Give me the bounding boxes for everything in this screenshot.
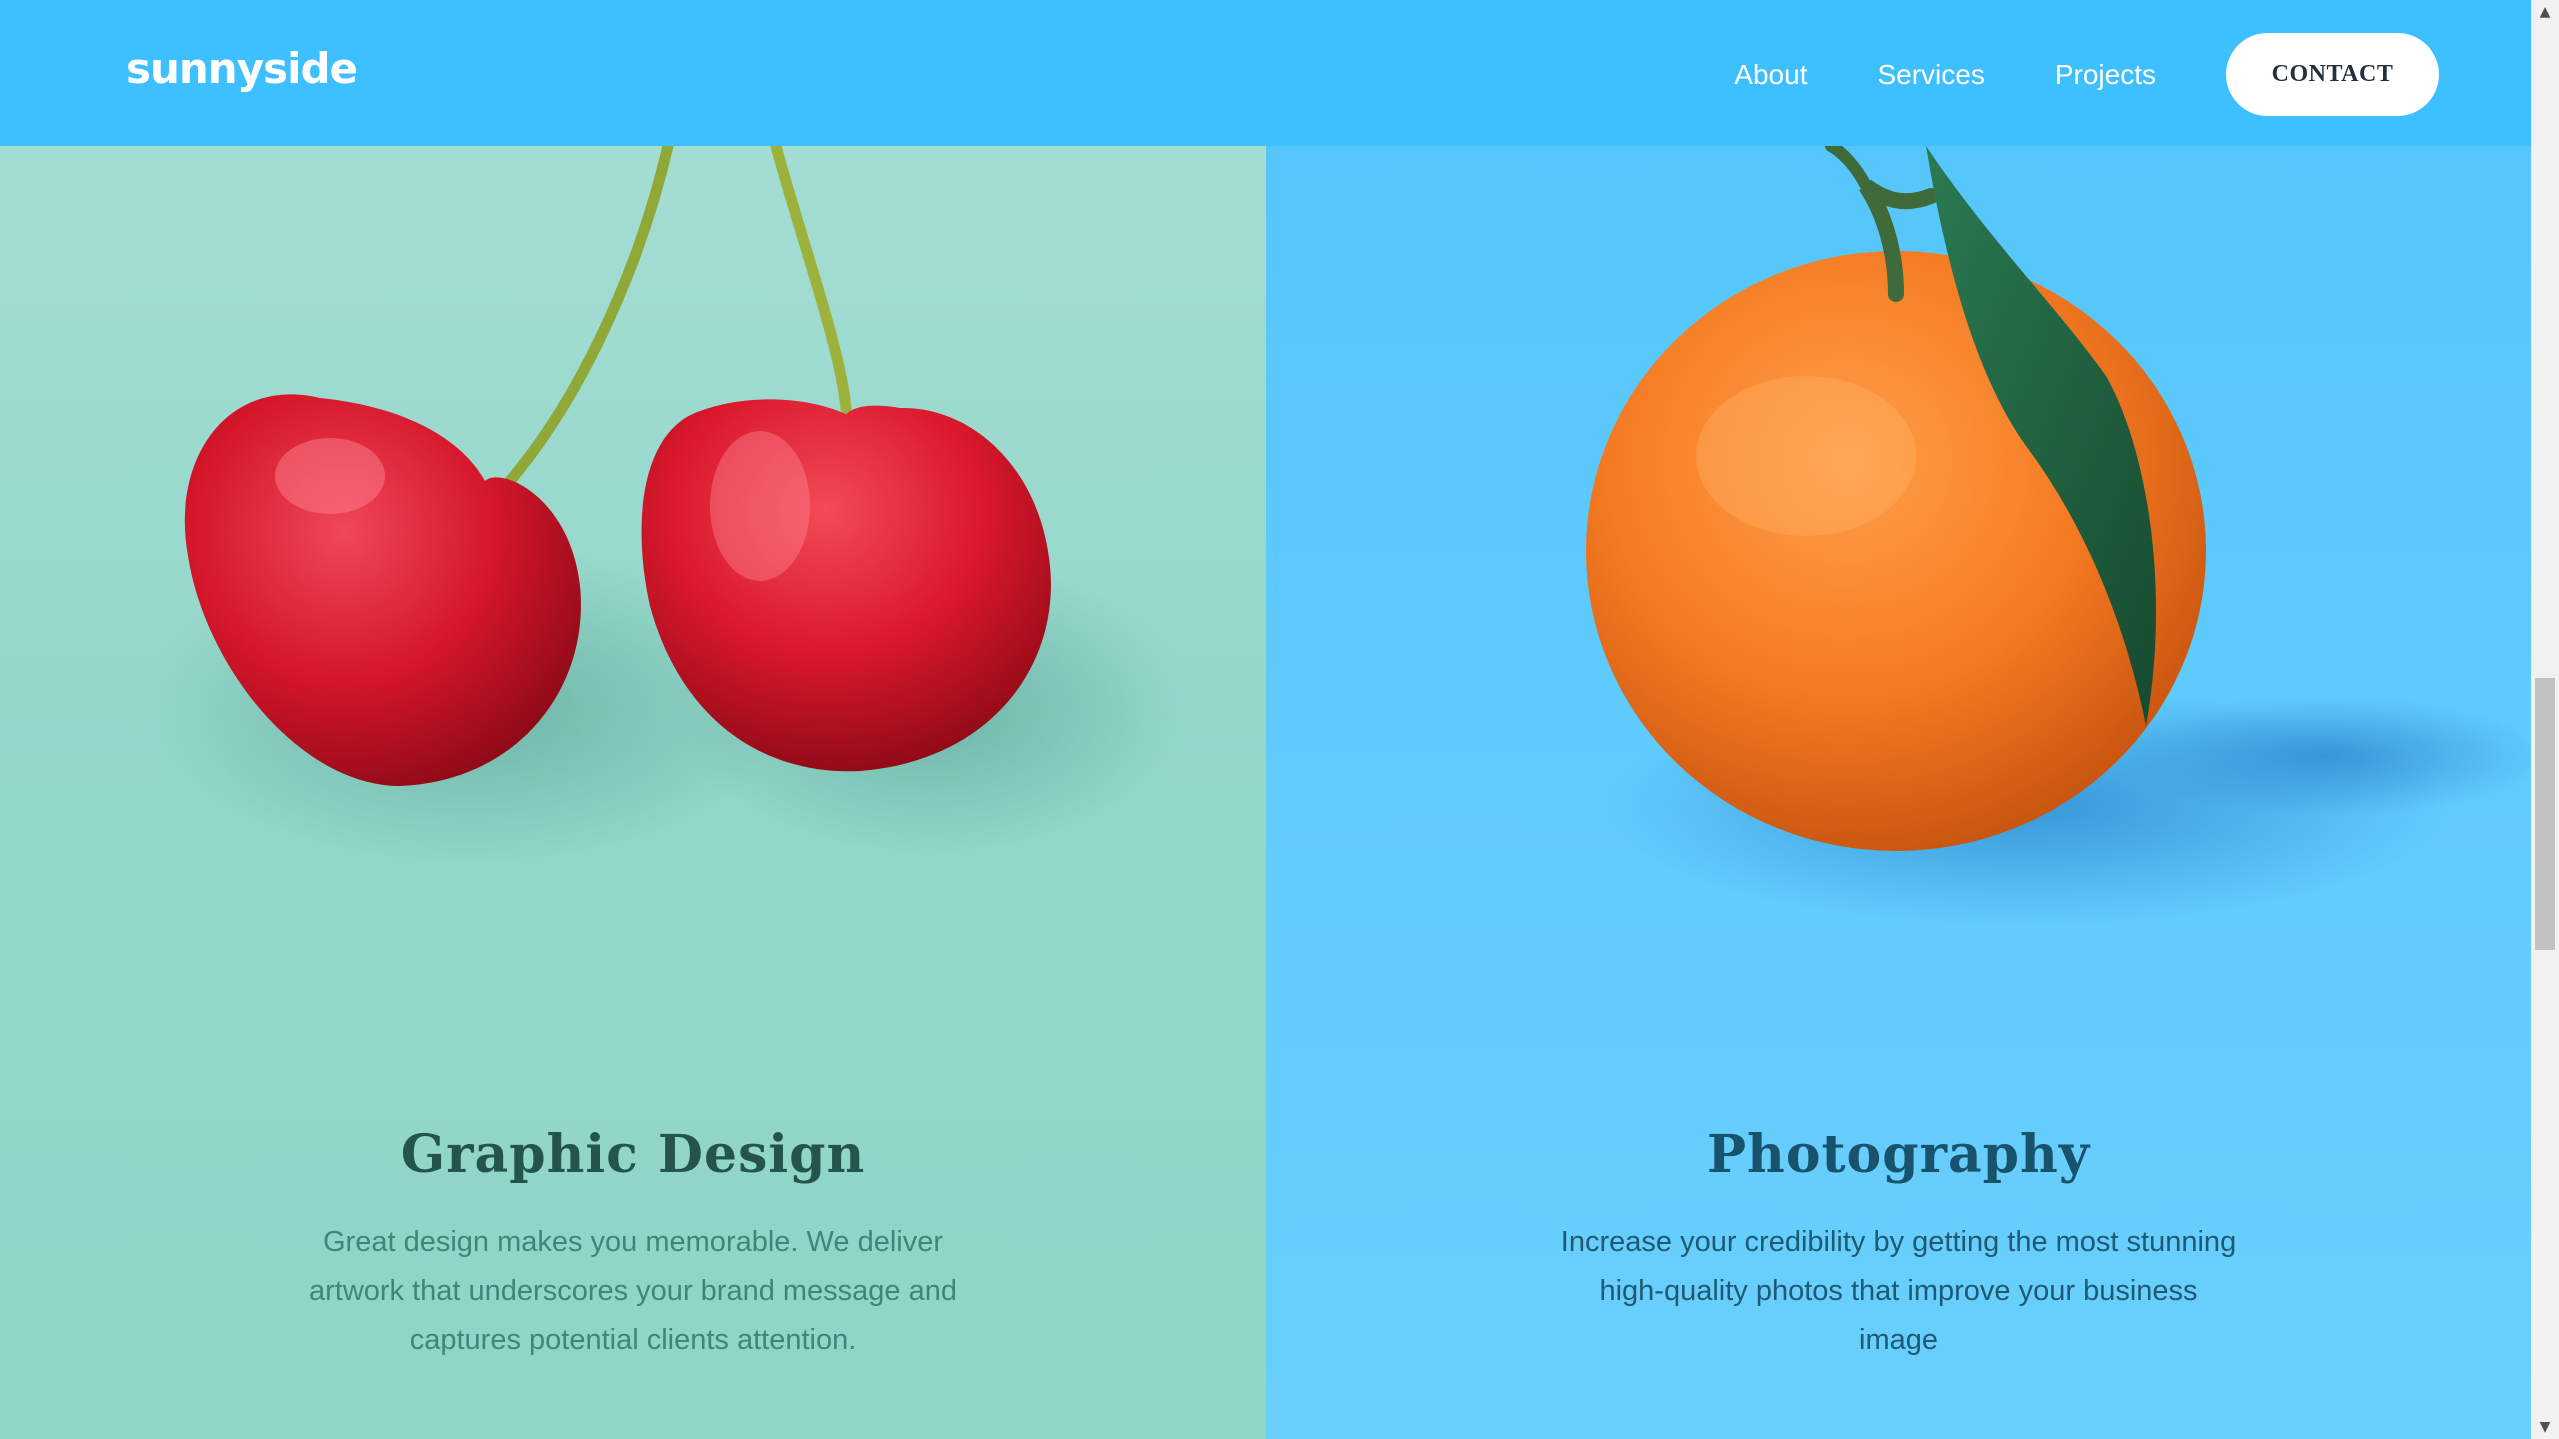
site-header: sunnyside About Services Projects CONTAC… (0, 0, 2531, 146)
nav-link-projects[interactable]: Projects (2055, 59, 2156, 91)
page-viewport: sunnyside About Services Projects CONTAC… (0, 0, 2531, 1439)
contact-button[interactable]: CONTACT (2226, 33, 2439, 116)
photography-card: Photography Increase your credibility by… (1266, 146, 2531, 1439)
scroll-up-icon[interactable]: ▲ (2531, 0, 2559, 24)
cherries-image (140, 146, 1190, 866)
service-description: Increase your credibility by getting the… (1560, 1226, 2237, 1356)
vertical-scrollbar[interactable]: ▲ ▼ (2531, 0, 2559, 1439)
service-title: Graphic Design (400, 1124, 866, 1186)
graphic-design-card: Graphic Design Great design makes you me… (0, 146, 1266, 1439)
main-nav: About Services Projects CONTACT (1734, 33, 2439, 116)
scrollbar-thumb[interactable] (2535, 678, 2555, 950)
nav-link-services[interactable]: Services (1877, 59, 1984, 91)
nav-link-about[interactable]: About (1734, 59, 1807, 91)
service-title: Photography (1706, 1124, 2091, 1186)
logo[interactable]: sunnyside (126, 44, 358, 93)
orange-image (1586, 146, 2531, 926)
scroll-down-icon[interactable]: ▼ (2531, 1415, 2559, 1439)
service-description: Great design makes you memorable. We del… (308, 1226, 957, 1356)
